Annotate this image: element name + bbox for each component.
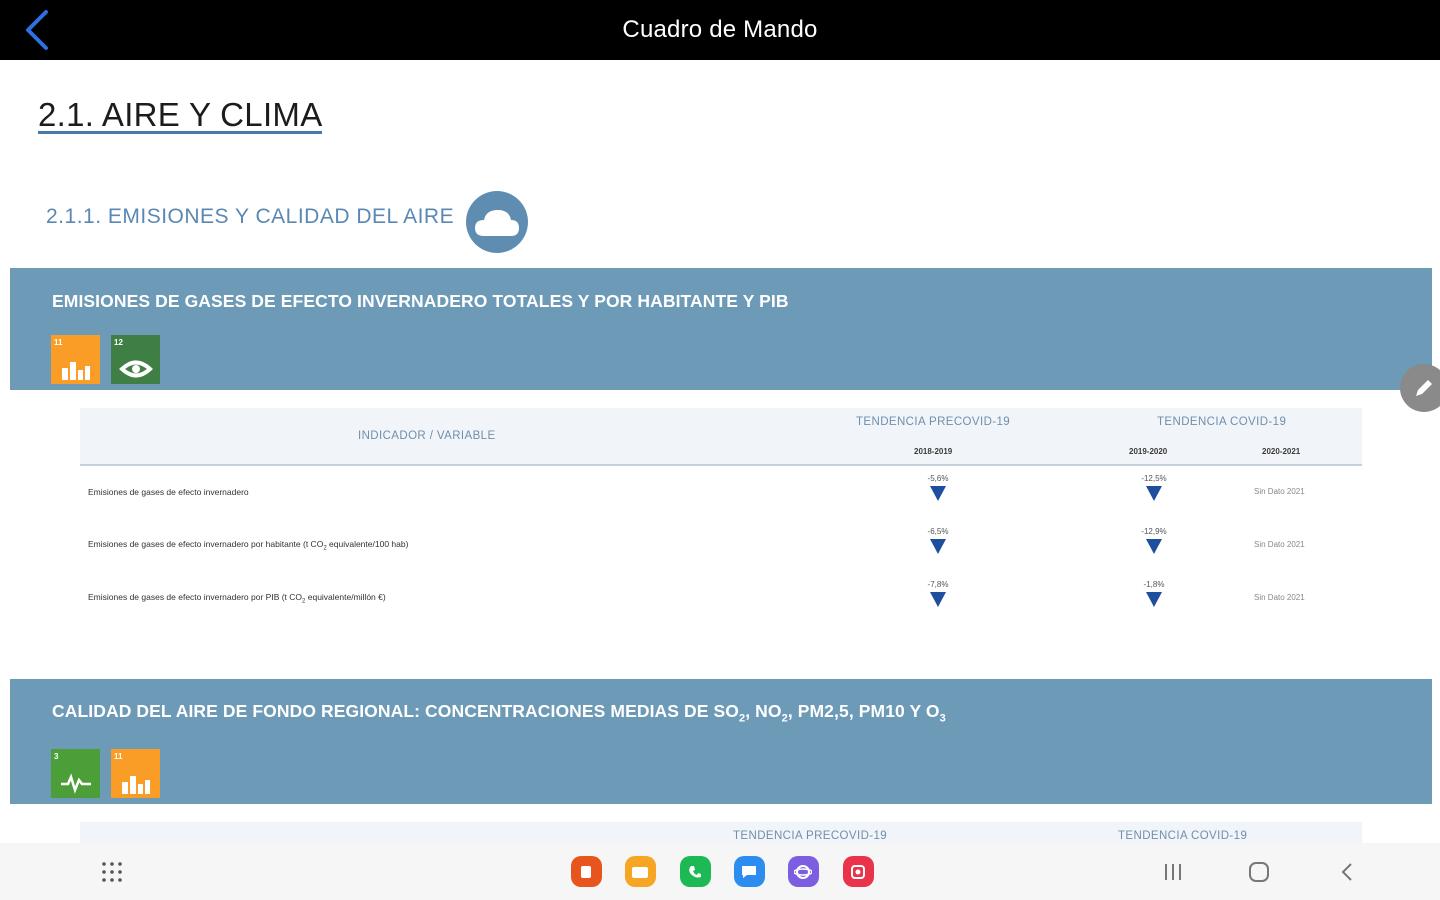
indicator-title: CALIDAD DEL AIRE DE FONDO REGIONAL: CONC… [52, 701, 946, 725]
trend-value: -6,5% [927, 527, 949, 536]
app-icon-3[interactable] [678, 843, 712, 900]
system-navigation-bar [0, 843, 1440, 900]
app-drawer-button[interactable] [92, 843, 132, 900]
table-header: INDICADOR / VARIABLE TENDENCIA PRECOVID-… [80, 408, 1362, 466]
period-2018-2019: 2018-2019 [914, 447, 953, 456]
app-icon-1[interactable] [569, 843, 603, 900]
sdg-12-responsible-consumption-icon: 12 [111, 335, 160, 384]
indicator-title: EMISIONES DE GASES DE EFECTO INVERNADERO… [52, 291, 789, 311]
app-icon-5[interactable] [786, 843, 820, 900]
app-icon-4[interactable] [732, 843, 766, 900]
sdg-11-sustainable-cities-icon: 11 [51, 335, 100, 384]
down-triangle-icon [930, 592, 946, 607]
cloud-icon [475, 210, 519, 236]
chevron-left-icon [1341, 862, 1352, 881]
period-2019-2020: 2019-2020 [1129, 447, 1168, 456]
trend-cell: -6,5% [913, 527, 963, 554]
home-button[interactable] [1244, 843, 1274, 900]
app-icon-2[interactable] [623, 843, 657, 900]
system-back-button[interactable] [1332, 843, 1362, 900]
sdg-3-good-health-icon: 3 [51, 749, 100, 798]
column-header-precovid: TENDENCIA PRECOVID-19 [856, 416, 1011, 428]
down-triangle-icon [930, 486, 946, 501]
indicator-header-ghg: EMISIONES DE GASES DE EFECTO INVERNADERO… [10, 268, 1432, 390]
trend-cell: -5,6% [913, 474, 963, 501]
top-app-bar: Cuadro de Mando [0, 0, 1440, 60]
period-2020-2021: 2020-2021 [1262, 447, 1301, 456]
chevron-left-icon [26, 10, 48, 50]
no-data-label: Sin Dato 2021 [1254, 487, 1305, 496]
trend-cell: -1,8% [1129, 580, 1179, 607]
down-triangle-icon [1146, 592, 1162, 607]
title-underline [38, 131, 322, 134]
down-triangle-icon [1146, 539, 1162, 554]
grid-dots-icon [102, 861, 122, 882]
column-header-precovid: TENDENCIA PRECOVID-19 [733, 830, 888, 842]
cloud-badge [466, 191, 528, 253]
no-data-label: Sin Dato 2021 [1254, 593, 1305, 602]
trend-value: -7,8% [927, 580, 949, 589]
indicator-table-ghg: INDICADOR / VARIABLE TENDENCIA PRECOVID-… [80, 408, 1362, 628]
indicator-header-air-quality: CALIDAD DEL AIRE DE FONDO REGIONAL: CONC… [10, 679, 1432, 804]
row-label: Emisiones de gases de efecto invernadero [88, 487, 249, 497]
column-header-covid: TENDENCIA COVID-19 [1157, 416, 1287, 428]
recent-apps-icon [1165, 863, 1181, 880]
trend-value: -1,8% [1143, 580, 1165, 589]
app-icon-6[interactable] [841, 843, 875, 900]
trend-value: -12,5% [1141, 474, 1167, 483]
sdg-11-sustainable-cities-icon: 11 [111, 749, 160, 798]
table-row: Emisiones de gases de efecto invernadero… [80, 527, 1362, 579]
trend-cell: -12,5% [1129, 474, 1179, 501]
pencil-icon [1416, 380, 1432, 396]
down-triangle-icon [930, 539, 946, 554]
down-triangle-icon [1146, 486, 1162, 501]
edit-button[interactable] [1400, 364, 1440, 412]
no-data-label: Sin Dato 2021 [1254, 540, 1305, 549]
back-button[interactable] [14, 6, 62, 54]
table-row: Emisiones de gases de efecto invernadero… [80, 474, 1362, 526]
row-label: Emisiones de gases de efecto invernadero… [88, 592, 386, 605]
column-header-indicator: INDICADOR / VARIABLE [358, 430, 496, 442]
home-icon [1249, 861, 1269, 882]
recent-apps-button[interactable] [1158, 843, 1188, 900]
table-row: Emisiones de gases de efecto invernadero… [80, 580, 1362, 632]
column-header-covid: TENDENCIA COVID-19 [1118, 830, 1248, 842]
trend-cell: -12,9% [1129, 527, 1179, 554]
page-title: 2.1. AIRE Y CLIMA [38, 96, 323, 133]
row-label: Emisiones de gases de efecto invernadero… [88, 539, 409, 552]
trend-value: -5,6% [927, 474, 949, 483]
trend-value: -12,9% [1141, 527, 1167, 536]
section-title: 2.1.1. EMISIONES Y CALIDAD DEL AIRE [46, 205, 455, 228]
app-title: Cuadro de Mando [622, 16, 818, 43]
trend-cell: -7,8% [913, 580, 963, 607]
